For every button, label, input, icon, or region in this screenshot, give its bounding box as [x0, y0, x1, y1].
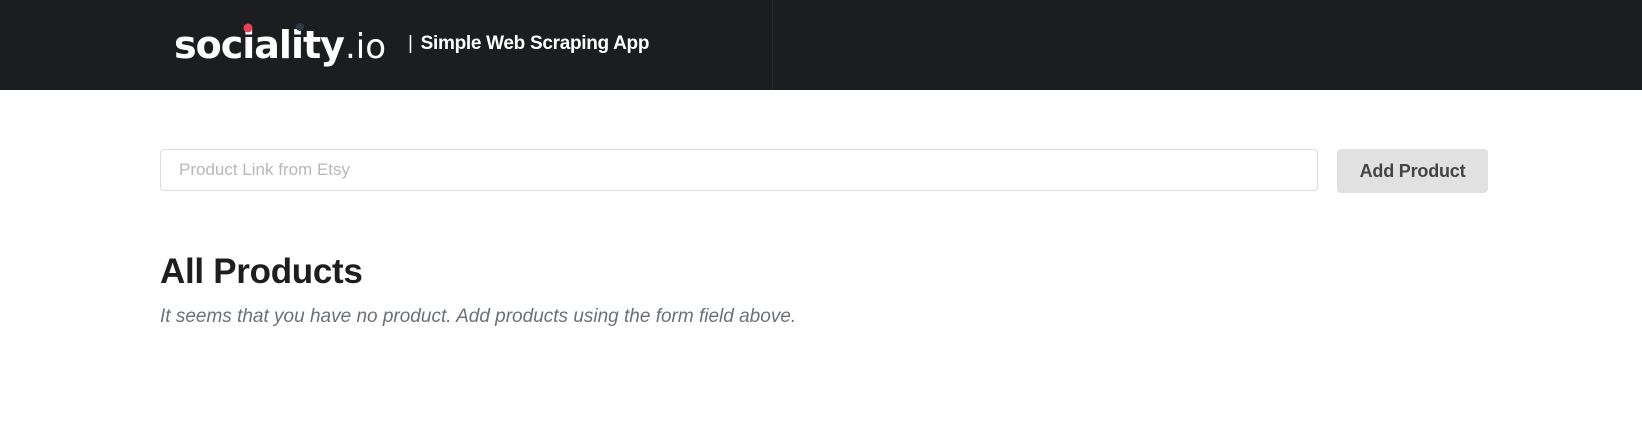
- brand-logo[interactable]: sociality .io: [174, 18, 396, 70]
- header-divider: [772, 0, 773, 90]
- product-link-input[interactable]: [160, 149, 1318, 191]
- empty-products-message: It seems that you have no product. Add p…: [160, 306, 797, 327]
- top-navbar: sociality .io | Simple Web Scraping App: [0, 0, 1642, 90]
- add-product-button[interactable]: Add Product: [1337, 149, 1488, 193]
- sociality-logo: sociality .io: [174, 23, 386, 67]
- app-tagline: | Simple Web Scraping App: [408, 33, 649, 55]
- logo-tld-text: .io: [345, 27, 386, 67]
- all-products-heading: All Products: [160, 252, 363, 291]
- tagline-separator: |: [408, 33, 413, 54]
- logo-dark-dot: [296, 23, 304, 31]
- tagline-text: Simple Web Scraping App: [420, 33, 650, 54]
- logo-brand-text: sociality: [174, 23, 345, 67]
- logo-red-dot: [243, 23, 253, 33]
